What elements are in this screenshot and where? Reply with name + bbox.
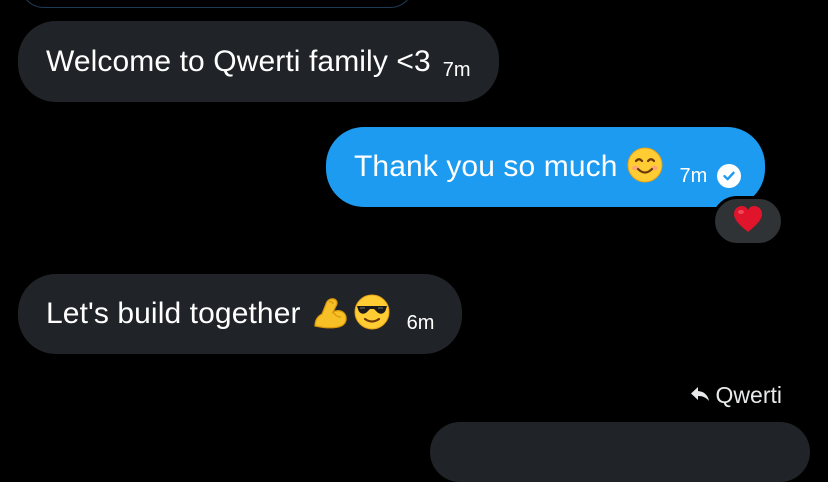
message-text: Thank you so much bbox=[354, 150, 618, 183]
reply-indicator[interactable]: Qwerti bbox=[690, 382, 782, 409]
reply-arrow-icon bbox=[690, 382, 716, 409]
message-timestamp: 6m bbox=[406, 311, 435, 334]
message-text: Welcome to Qwerti family <3 bbox=[46, 44, 431, 78]
message-bubble-received[interactable]: Let's build together 6m bbox=[18, 274, 463, 354]
red-heart-icon bbox=[731, 204, 765, 239]
read-check-icon bbox=[717, 164, 742, 188]
message-bubble-sent[interactable]: Thank you so much 7m bbox=[326, 127, 766, 207]
message-timestamp: 7m bbox=[442, 59, 471, 81]
reply-label: Qwerti bbox=[715, 382, 782, 408]
message-bubble-received[interactable]: Welcome to Qwerti family <3 7m bbox=[18, 21, 499, 102]
message-timestamp: 7m bbox=[679, 164, 708, 187]
message-reaction[interactable] bbox=[712, 196, 784, 246]
flexed-biceps-icon bbox=[311, 292, 351, 337]
smiling-face-icon bbox=[626, 146, 664, 189]
next-message-bubble[interactable] bbox=[430, 422, 810, 482]
previous-message-bubble[interactable] bbox=[20, 0, 414, 8]
sunglasses-face-icon bbox=[353, 293, 391, 336]
message-text: Let's build together bbox=[46, 297, 301, 330]
